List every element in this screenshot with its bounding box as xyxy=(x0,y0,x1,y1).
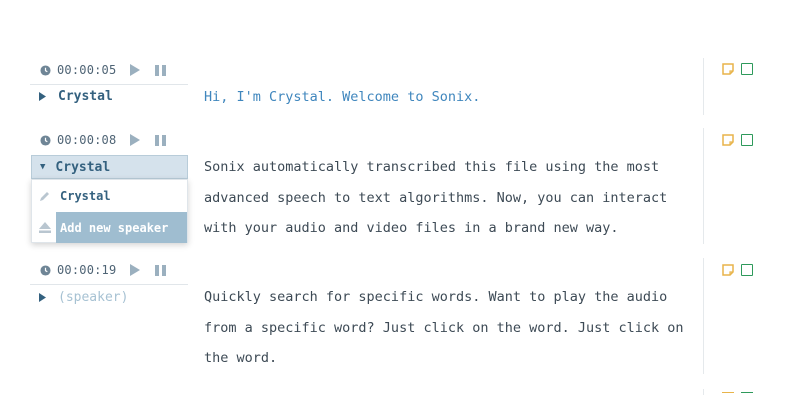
segment-3-controls: 00:00:19 xyxy=(40,261,167,279)
caret-down-icon: ▼ xyxy=(40,162,46,172)
divider xyxy=(703,258,704,374)
pause-icon[interactable] xyxy=(155,64,167,76)
segment-1-text[interactable]: Hi, I'm Crystal. Welcome to Sonix. xyxy=(204,82,684,113)
note-icon[interactable] xyxy=(722,264,734,276)
speaker-option-crystal[interactable]: Crystal xyxy=(32,180,187,212)
play-icon[interactable] xyxy=(130,264,141,276)
checkbox-icon[interactable] xyxy=(741,392,753,396)
caret-right-icon xyxy=(39,91,46,101)
note-icon[interactable] xyxy=(722,63,734,75)
speaker-dropdown-menu: Crystal Add new speaker xyxy=(31,179,188,243)
clock-icon xyxy=(40,134,51,146)
checkbox-icon[interactable] xyxy=(741,134,753,146)
checkbox-icon[interactable] xyxy=(741,264,753,276)
pencil-icon xyxy=(40,192,49,201)
clock-icon xyxy=(40,64,51,76)
play-icon[interactable] xyxy=(130,134,141,146)
speaker-placeholder: (speaker) xyxy=(58,289,129,305)
play-icon[interactable] xyxy=(130,64,141,76)
add-new-speaker-option[interactable]: Add new speaker xyxy=(32,212,187,243)
divider xyxy=(703,128,704,244)
add-new-speaker-label: Add new speaker xyxy=(56,212,187,243)
segment-3-timestamp[interactable]: 00:00:19 xyxy=(57,263,116,277)
speaker-selector-1[interactable]: Crystal xyxy=(39,86,113,106)
clock-icon xyxy=(40,264,51,276)
segment-2-controls: 00:00:08 xyxy=(40,131,167,149)
segment-1-timestamp[interactable]: 00:00:05 xyxy=(57,63,116,77)
divider xyxy=(30,284,188,285)
divider xyxy=(30,84,188,85)
speaker-dropdown-selected: Crystal xyxy=(55,159,111,175)
note-icon[interactable] xyxy=(722,392,734,396)
segment-2-timestamp[interactable]: 00:00:08 xyxy=(57,133,116,147)
caret-right-icon xyxy=(39,292,46,302)
add-speaker-icon xyxy=(39,222,51,233)
pause-icon[interactable] xyxy=(155,264,167,276)
divider xyxy=(703,389,704,395)
segment-3-text[interactable]: Quickly search for specific words. Want … xyxy=(204,282,684,374)
speaker-name: Crystal xyxy=(58,88,113,104)
checkbox-icon[interactable] xyxy=(741,63,753,75)
divider xyxy=(703,58,704,115)
segment-2-text[interactable]: Sonix automatically transcribed this fil… xyxy=(204,152,684,244)
speaker-option-label: Crystal xyxy=(60,189,111,203)
speaker-selector-3[interactable]: (speaker) xyxy=(39,287,128,307)
speaker-dropdown-toggle[interactable]: ▼ Crystal xyxy=(31,155,188,179)
pause-icon[interactable] xyxy=(155,134,167,146)
segment-1-controls: 00:00:05 xyxy=(40,61,167,79)
note-icon[interactable] xyxy=(722,134,734,146)
